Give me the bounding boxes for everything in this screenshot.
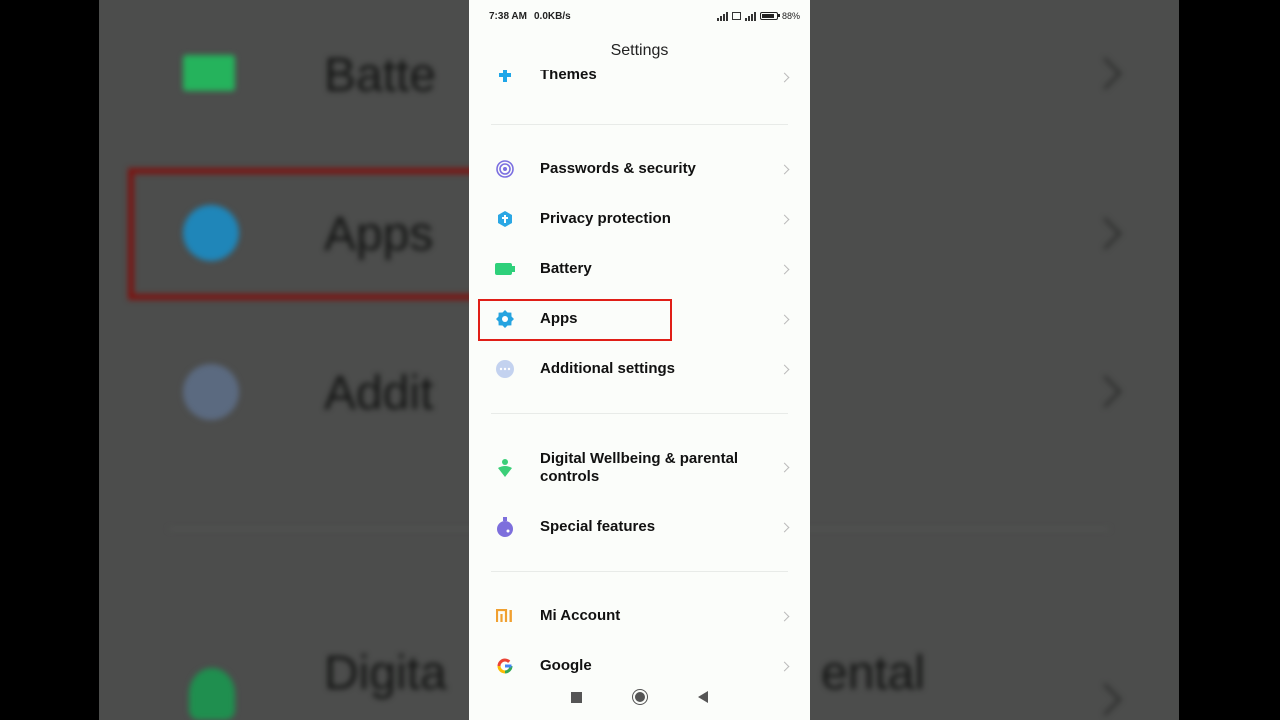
page-title: Settings [610, 42, 669, 59]
themes-icon [495, 70, 515, 86]
bg-wellbeing-icon [189, 668, 235, 720]
chevron-right-icon [779, 462, 790, 473]
settings-item-label: Apps [540, 310, 578, 327]
settings-item-label: Google [540, 657, 592, 674]
settings-item-mi-account[interactable]: Mi Account [469, 606, 810, 626]
bg-label-battery: Batte [324, 49, 437, 102]
settings-item-label: Special features [540, 518, 656, 535]
mi-account-icon [495, 606, 515, 626]
settings-item-label: Digital Wellbeing & parental controls [540, 450, 739, 485]
sim-icon [731, 12, 741, 20]
settings-item-label: Battery [540, 260, 592, 277]
signal-icon [716, 11, 728, 21]
bg-label-additional: Addit [324, 367, 434, 420]
settings-item-label: Mi Account [540, 607, 621, 624]
bg-chevron-icon [1089, 217, 1122, 250]
status-speed: 0.0KB/s [533, 10, 571, 22]
settings-item-themes[interactable]: Themes [469, 70, 810, 92]
navigation-bar [469, 674, 810, 720]
bg-battery-icon [183, 55, 235, 91]
bg-gear-icon [183, 205, 239, 261]
settings-item-label: Themes [540, 70, 597, 83]
chevron-right-icon [779, 214, 790, 224]
gear-icon [495, 309, 515, 329]
settings-item-digital-wellbeing[interactable]: Digital Wellbeing & parental controls [469, 449, 810, 487]
bg-chevron-icon [1089, 375, 1122, 408]
chevron-right-icon [779, 611, 790, 621]
recents-button-icon[interactable] [571, 691, 582, 703]
chevron-right-icon [779, 72, 790, 83]
settings-item-battery[interactable]: Battery [469, 259, 810, 279]
home-button-icon[interactable] [632, 689, 648, 705]
settings-item-additional-settings[interactable]: Additional settings [469, 359, 810, 379]
chevron-right-icon [779, 661, 790, 671]
settings-item-special-features[interactable]: Special features [469, 517, 810, 537]
chevron-right-icon [779, 164, 790, 174]
fingerprint-icon [495, 159, 515, 179]
wellbeing-icon [495, 458, 515, 478]
divider [491, 124, 788, 125]
settings-item-google[interactable]: Google [469, 656, 810, 676]
settings-item-label: Additional settings [540, 360, 675, 377]
google-icon [495, 656, 515, 676]
settings-item-label: Passwords & security [540, 160, 696, 177]
back-button-icon[interactable] [698, 691, 708, 703]
settings-item-label: Privacy protection [540, 210, 671, 227]
bg-chevron-icon [1089, 683, 1122, 716]
battery-icon [495, 259, 515, 279]
bg-more-dots-icon [183, 364, 239, 420]
chevron-right-icon [779, 264, 790, 274]
divider [491, 571, 788, 572]
signal-icon-2 [744, 11, 756, 21]
settings-item-passwords-security[interactable]: Passwords & security [469, 159, 810, 179]
battery-status-icon [759, 12, 780, 20]
status-bar: 7:38 AM 0.0KB/s 88% [469, 0, 810, 32]
more-dots-icon [495, 359, 515, 379]
special-features-icon [495, 517, 515, 537]
bg-label-apps: Apps [324, 208, 434, 261]
chevron-right-icon [779, 314, 790, 324]
status-battery: 88% [781, 11, 800, 21]
privacy-shield-icon [495, 209, 515, 229]
chevron-right-icon [779, 364, 790, 374]
status-time: 7:38 AM [489, 10, 527, 22]
settings-item-apps[interactable]: Apps [469, 309, 810, 329]
bg-label-parental: ental [821, 647, 926, 700]
chevron-right-icon [779, 522, 790, 532]
bg-label-digital: Digita [324, 647, 447, 700]
phone-screen: 7:38 AM 0.0KB/s 88% Settings Themes Pass… [469, 0, 810, 720]
divider [491, 413, 788, 414]
bg-chevron-icon [1089, 57, 1122, 90]
settings-item-privacy-protection[interactable]: Privacy protection [469, 209, 810, 229]
